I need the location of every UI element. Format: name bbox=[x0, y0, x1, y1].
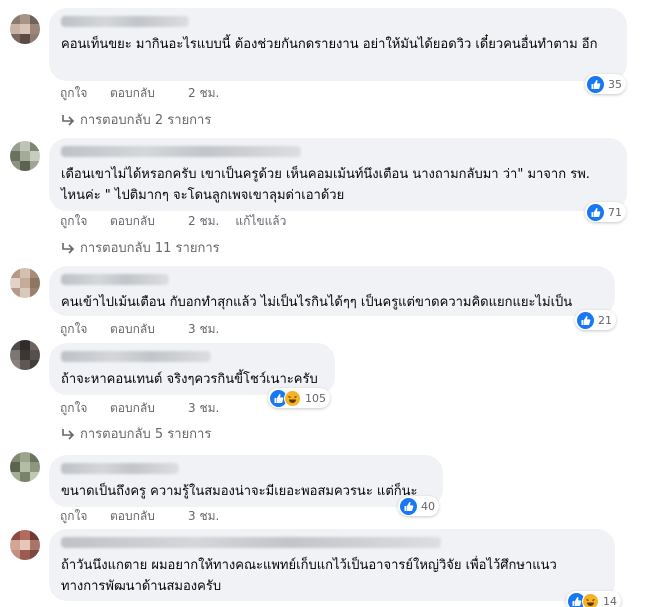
author-name-blurred[interactable] bbox=[61, 537, 441, 548]
reaction-summary[interactable]: 21 bbox=[575, 310, 616, 330]
comment-actions: ถูกใจ ตอบกลับ 3 ชม. bbox=[60, 507, 219, 526]
reaction-count: 71 bbox=[608, 205, 622, 219]
view-replies-link[interactable]: การตอบกลับ 5 รายการ bbox=[60, 423, 211, 444]
like-button[interactable]: ถูกใจ bbox=[60, 84, 110, 103]
comment-text: คอนเท็นขยะ มากินอะไรแบบนี้ ต้องช่วยกันกด… bbox=[61, 37, 598, 52]
author-name-blurred[interactable] bbox=[61, 16, 189, 27]
reply-button[interactable]: ตอบกลับ bbox=[110, 84, 176, 103]
reaction-count: 35 bbox=[608, 77, 622, 91]
comment-text: ถ้าวันนึงแกตาย ผมอยากให้ทางคณะแพทย์เก็บแ… bbox=[61, 558, 557, 594]
reaction-summary[interactable]: 35 bbox=[585, 74, 626, 94]
author-name-blurred[interactable] bbox=[61, 146, 301, 157]
reaction-summary[interactable]: 14 bbox=[566, 591, 621, 607]
comment-bubble: คอนเท็นขยะ มากินอะไรแบบนี้ ต้องช่วยกันกด… bbox=[49, 8, 627, 81]
reply-button[interactable]: ตอบกลับ bbox=[110, 212, 176, 231]
avatar[interactable] bbox=[10, 340, 40, 370]
comment-actions: ถูกใจ ตอบกลับ 2 ชม. แก้ไขแล้ว bbox=[60, 212, 286, 231]
timestamp[interactable]: 3 ชม. bbox=[188, 320, 219, 339]
like-icon bbox=[577, 311, 594, 329]
reply-arrow-icon bbox=[62, 242, 75, 254]
comment-bubble: ขนาดเป็นถึงครู ความรู้ในสมองน่าจะมีเยอะพ… bbox=[49, 455, 443, 507]
like-button[interactable]: ถูกใจ bbox=[60, 507, 110, 526]
replies-count-label: การตอบกลับ 11 รายการ bbox=[80, 241, 220, 256]
reply-button[interactable]: ตอบกลับ bbox=[110, 507, 176, 526]
comment-bubble: เดือนเขาไม่ได้หรอกครับ เขาเป็นครูด้วย เห… bbox=[49, 138, 627, 211]
timestamp[interactable]: 3 ชม. bbox=[188, 399, 219, 418]
avatar[interactable] bbox=[10, 14, 40, 44]
comment-text: เดือนเขาไม่ได้หรอกครับ เขาเป็นครูด้วย เห… bbox=[61, 167, 590, 203]
reaction-count: 105 bbox=[305, 391, 326, 405]
view-replies-link[interactable]: การตอบกลับ 2 รายการ bbox=[60, 109, 211, 130]
reaction-summary[interactable]: 71 bbox=[585, 202, 626, 222]
like-button[interactable]: ถูกใจ bbox=[60, 320, 110, 339]
comment-text: ขนาดเป็นถึงครู ความรู้ในสมองน่าจะมีเยอะพ… bbox=[61, 484, 418, 499]
comment-text: ถ้าจะหาคอนเทนต์ จริงๆควรกินขี้โชว์เนาะคร… bbox=[61, 372, 318, 387]
like-icon bbox=[587, 75, 604, 93]
replies-count-label: การตอบกลับ 5 รายการ bbox=[80, 427, 212, 442]
reaction-count: 21 bbox=[598, 313, 612, 327]
reaction-summary[interactable]: 105 bbox=[268, 388, 330, 408]
reply-button[interactable]: ตอบกลับ bbox=[110, 320, 176, 339]
comment-text: คนเข้าไปเม้นเตือน กับอกทำสุกแล้ว ไม่เป็น… bbox=[61, 295, 573, 310]
comment-bubble: คนเข้าไปเม้นเตือน กับอกทำสุกแล้ว ไม่เป็น… bbox=[49, 266, 615, 316]
reply-arrow-icon bbox=[62, 114, 75, 126]
avatar[interactable] bbox=[10, 530, 40, 560]
like-button[interactable]: ถูกใจ bbox=[60, 212, 110, 231]
reaction-summary[interactable]: 40 bbox=[398, 496, 439, 516]
reply-button[interactable]: ตอบกลับ bbox=[110, 399, 176, 418]
avatar[interactable] bbox=[10, 268, 40, 298]
avatar[interactable] bbox=[10, 141, 40, 171]
like-icon bbox=[587, 203, 604, 221]
author-name-blurred[interactable] bbox=[61, 274, 169, 285]
view-replies-link[interactable]: การตอบกลับ 11 รายการ bbox=[60, 237, 220, 258]
timestamp[interactable]: 2 ชม. bbox=[188, 212, 219, 231]
author-name-blurred[interactable] bbox=[61, 463, 179, 474]
timestamp[interactable]: 3 ชม. bbox=[188, 507, 219, 526]
author-name-blurred[interactable] bbox=[61, 351, 211, 362]
comment-actions: ถูกใจ ตอบกลับ 3 ชม. bbox=[60, 399, 219, 418]
haha-icon bbox=[582, 592, 599, 607]
haha-icon bbox=[284, 389, 301, 407]
comment-actions: ถูกใจ ตอบกลับ 3 ชม. bbox=[60, 320, 219, 339]
reply-arrow-icon bbox=[62, 428, 75, 440]
comment-bubble: ถ้าวันนึงแกตาย ผมอยากให้ทางคณะแพทย์เก็บแ… bbox=[49, 529, 615, 601]
edited-label: แก้ไขแล้ว bbox=[235, 214, 287, 228]
like-button[interactable]: ถูกใจ bbox=[60, 399, 110, 418]
reaction-count: 14 bbox=[603, 594, 617, 607]
timestamp[interactable]: 2 ชม. bbox=[188, 84, 219, 103]
replies-count-label: การตอบกลับ 2 รายการ bbox=[80, 113, 212, 128]
avatar[interactable] bbox=[10, 452, 40, 482]
reaction-count: 40 bbox=[421, 499, 435, 513]
like-icon bbox=[400, 497, 417, 515]
comment-actions: ถูกใจ ตอบกลับ 2 ชม. bbox=[60, 84, 219, 103]
